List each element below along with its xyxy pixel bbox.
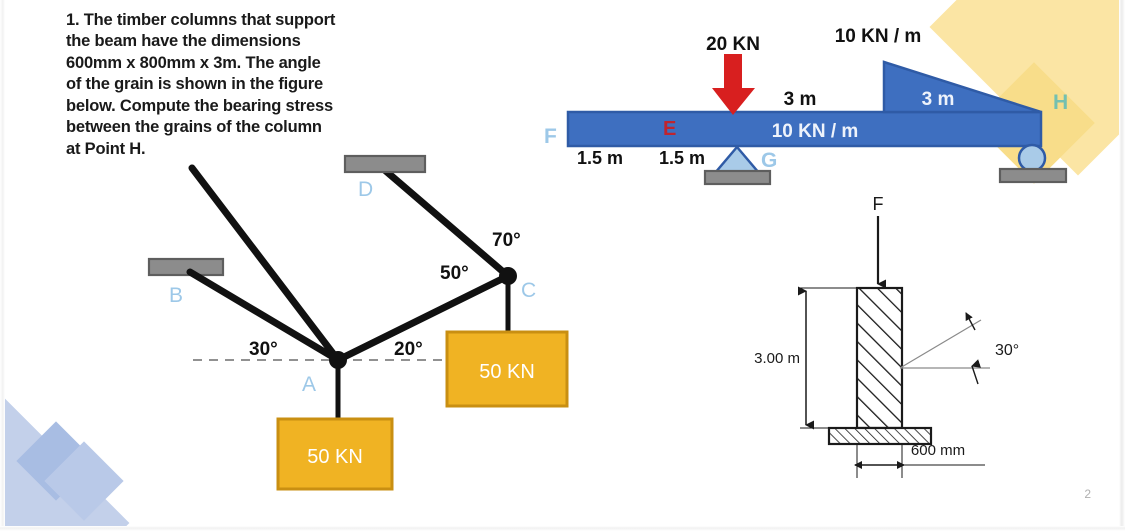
height-dimension-label: 3.00 m — [754, 350, 800, 367]
grain-angle-tick-lower — [971, 359, 982, 385]
slide-page: 1. The timber columns that support the b… — [0, 0, 1125, 531]
grain-angle-label: 30° — [995, 342, 1019, 359]
column-body — [855, 286, 904, 430]
page-number: 2 — [1084, 487, 1091, 501]
column-force-label-F: F — [873, 194, 884, 214]
width-dimension-label: 600 mm — [911, 442, 965, 459]
column-detail-diagram: F 3.00 m 600 mm 30° — [754, 194, 1019, 478]
grain-angle-line — [899, 319, 982, 369]
